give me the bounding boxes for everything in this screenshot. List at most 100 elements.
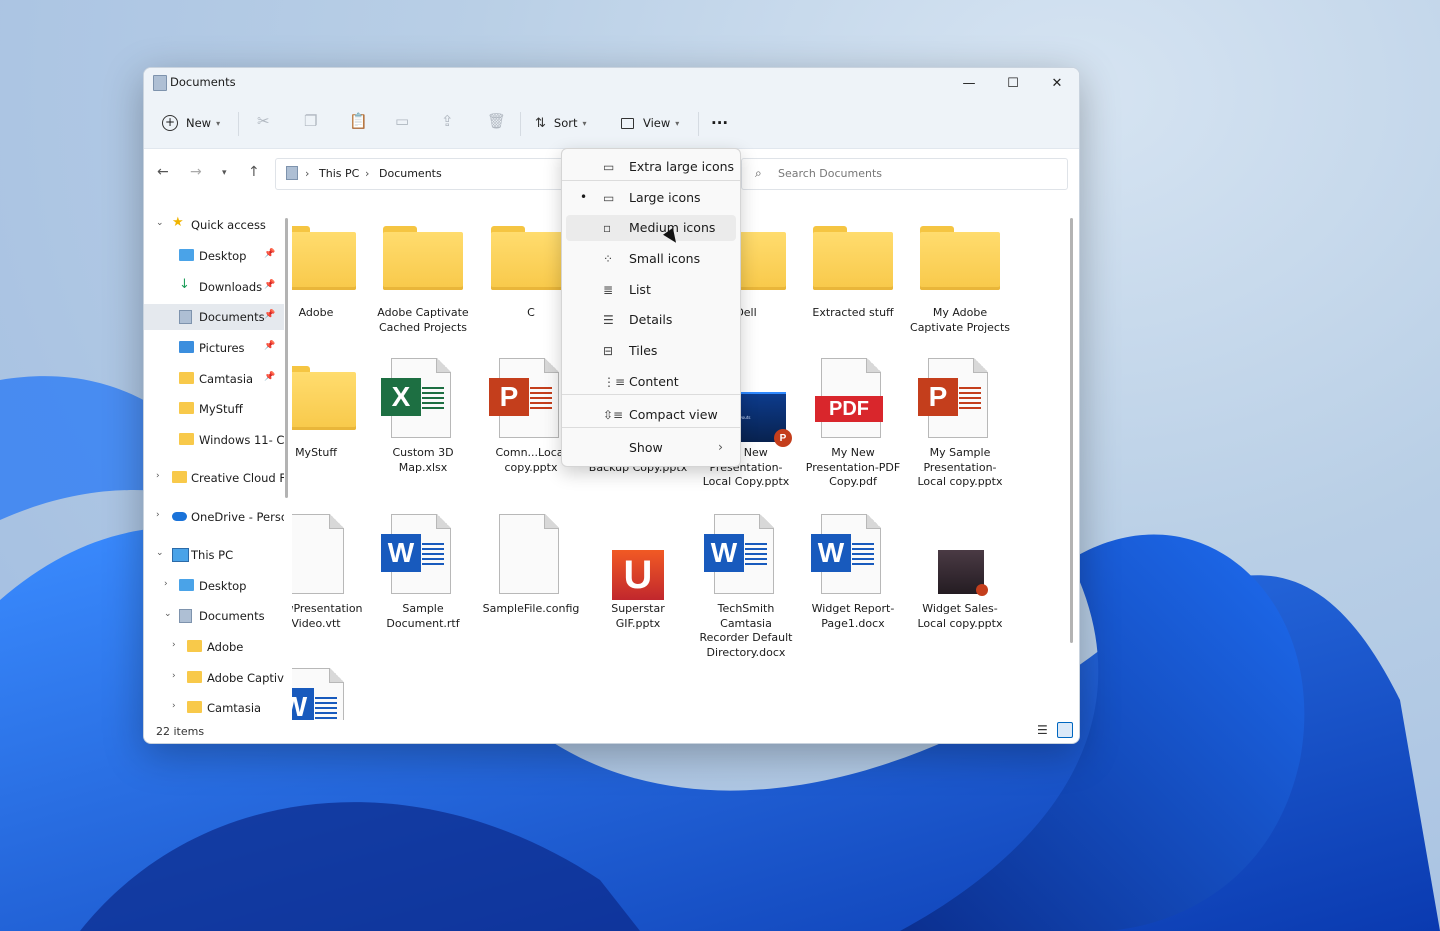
nav-item-pictures[interactable]: Pictures 📌 bbox=[144, 335, 284, 361]
file-tile[interactable]: X Custom 3D Map.xlsx bbox=[373, 358, 473, 508]
plus-circle-icon: + bbox=[162, 115, 178, 131]
file-tile[interactable]: W Sample Document.rtf bbox=[373, 514, 473, 664]
toolbar-separator bbox=[238, 112, 239, 136]
file-lines bbox=[852, 543, 874, 565]
view-menu-item-extra-large-icons[interactable]: ▭ Extra large icons bbox=[566, 154, 736, 180]
documents-app-icon bbox=[153, 75, 167, 91]
powerpoint-badge: P bbox=[774, 429, 792, 447]
nav-item-documents[interactable]: Documents 📌 bbox=[144, 304, 284, 330]
folder-tile[interactable]: Extracted stuff bbox=[803, 218, 903, 368]
chevron-down-icon: ▾ bbox=[216, 118, 221, 128]
folder-tile[interactable]: MyStuff bbox=[292, 358, 366, 508]
folder-icon bbox=[179, 433, 194, 445]
file-tile[interactable]: PDF My New Presentation-PDF Copy.pdf bbox=[803, 358, 903, 508]
paste-icon[interactable]: 📋 bbox=[349, 112, 368, 130]
nav-item-desktop[interactable]: Desktop 📌 bbox=[144, 243, 284, 269]
file-name: Widget Report-Page1.docx bbox=[811, 602, 895, 630]
nav-item-documents[interactable]: ⌄ Documents bbox=[144, 603, 284, 629]
content-scrollbar[interactable] bbox=[1070, 218, 1073, 643]
sort-button[interactable]: ⇅ Sort ▾ bbox=[535, 110, 587, 136]
forward-arrow-icon[interactable]: → bbox=[190, 164, 202, 180]
view-menu-item-show[interactable]: Show › bbox=[566, 435, 736, 461]
chevron-right-icon[interactable]: › bbox=[172, 671, 176, 681]
nav-item-quick-access[interactable]: ⌄ ★ Quick access bbox=[144, 212, 284, 238]
more-options-button[interactable]: ··· bbox=[711, 110, 728, 136]
minimize-button[interactable]: — bbox=[947, 68, 991, 98]
nav-item-label: Downloads bbox=[199, 280, 263, 294]
folder-tile[interactable]: Adobe bbox=[292, 218, 366, 368]
nav-item-mystuff[interactable]: MyStuff bbox=[144, 396, 284, 422]
nav-scrollbar[interactable] bbox=[285, 218, 288, 498]
details-view-icon[interactable]: ☰ bbox=[1037, 723, 1048, 737]
file-tile[interactable]: W Widget Report-Page1.docx bbox=[803, 514, 903, 664]
monitor-icon: ▭ bbox=[603, 160, 615, 174]
view-menu-item-content[interactable]: ⋮≡ Content bbox=[566, 369, 736, 395]
view-button[interactable]: View ▾ bbox=[621, 110, 679, 136]
maximize-button[interactable]: ☐ bbox=[991, 68, 1035, 98]
search-box[interactable]: ⌕ Search Documents bbox=[741, 158, 1068, 190]
word-badge: W bbox=[704, 534, 744, 572]
nav-item-camtasia[interactable]: Camtasia 📌 bbox=[144, 366, 284, 392]
chevron-right-icon[interactable]: › bbox=[172, 701, 176, 711]
menu-separator bbox=[562, 427, 740, 428]
view-menu-item-small-icons[interactable]: ⁘ Small icons bbox=[566, 246, 736, 272]
pin-icon: 📌 bbox=[264, 372, 276, 382]
view-menu-item-details[interactable]: ☰ Details bbox=[566, 307, 736, 333]
file-name: Adobe bbox=[298, 306, 334, 319]
view-menu-item-tiles[interactable]: ⊟ Tiles bbox=[566, 338, 736, 364]
nav-item-this-pc[interactable]: ⌄ This PC bbox=[144, 542, 284, 568]
nav-item-adobe[interactable]: › Adobe bbox=[144, 634, 284, 660]
view-menu-item-list[interactable]: ≣ List bbox=[566, 277, 736, 303]
rename-icon[interactable]: ▭ bbox=[395, 112, 409, 130]
chevron-down-icon[interactable]: ⌄ bbox=[156, 218, 164, 228]
chevron-down-icon[interactable]: ⌄ bbox=[164, 609, 172, 619]
view-menu-item-compact-view[interactable]: ⇳≡ Compact view bbox=[566, 402, 736, 428]
up-arrow-icon[interactable]: ↑ bbox=[248, 164, 260, 180]
nav-item-onedrive-perso[interactable]: › OneDrive - Perso bbox=[144, 504, 284, 530]
nav-item-creative-cloud-f[interactable]: › Creative Cloud F bbox=[144, 465, 284, 491]
powerpoint-badge: P bbox=[918, 378, 958, 416]
file-tile[interactable]: W bbox=[292, 668, 366, 720]
chevron-right-icon[interactable]: › bbox=[156, 471, 160, 481]
chevron-right-icon[interactable]: › bbox=[164, 579, 168, 589]
menu-separator bbox=[562, 180, 740, 181]
view-menu-label: Compact view bbox=[629, 407, 718, 422]
nav-item-windows-11-c[interactable]: Windows 11- C bbox=[144, 427, 284, 453]
file-tile[interactable]: SampleFile.config bbox=[481, 514, 581, 664]
chevron-right-icon[interactable]: › bbox=[172, 640, 176, 650]
view-menu-item-large-icons[interactable]: • ▭ Large icons bbox=[566, 185, 736, 211]
file-tile[interactable]: P My Sample Presentation-Local copy.pptx bbox=[910, 358, 1010, 508]
close-button[interactable]: ✕ bbox=[1035, 68, 1079, 98]
file-tile[interactable]: U Superstar GIF.pptx bbox=[588, 514, 688, 664]
large-icons-view-icon[interactable] bbox=[1057, 722, 1073, 738]
nav-item-adobe-captiv[interactable]: › Adobe Captiv bbox=[144, 665, 284, 691]
cut-icon[interactable]: ✂ bbox=[257, 112, 270, 130]
folder-tile[interactable]: Adobe Captivate Cached Projects bbox=[373, 218, 473, 368]
delete-icon[interactable]: 🗑 bbox=[487, 112, 506, 130]
selected-marker: • bbox=[580, 190, 588, 204]
file-tile[interactable]: W TechSmith Camtasia Recorder Default Dir… bbox=[696, 514, 796, 664]
pdf-badge: PDF bbox=[815, 396, 883, 422]
folder-icon bbox=[292, 226, 356, 290]
view-menu-item-medium-icons[interactable]: ▫ Medium icons bbox=[566, 215, 736, 241]
folder-tile[interactable]: My Adobe Captivate Projects bbox=[910, 218, 1010, 368]
recent-chevron-icon[interactable]: ▾ bbox=[222, 168, 227, 178]
file-tile[interactable]: NewPresentation Video.vtt bbox=[292, 514, 366, 664]
back-arrow-icon[interactable]: ← bbox=[157, 164, 169, 180]
nav-item-desktop[interactable]: › Desktop bbox=[144, 573, 284, 599]
chevron-down-icon[interactable]: ⌄ bbox=[156, 548, 164, 558]
breadcrumb-documents[interactable]: Documents bbox=[379, 167, 442, 180]
breadcrumb-this-pc[interactable]: This PC bbox=[319, 167, 359, 180]
share-icon[interactable]: ⇪ bbox=[441, 112, 454, 130]
file-tile[interactable]: Widget Sales-Local copy.pptx bbox=[910, 514, 1010, 664]
file-name: SampleFile.config bbox=[482, 602, 580, 615]
desktop-icon bbox=[179, 249, 194, 261]
nav-item-downloads[interactable]: ↓ Downloads 📌 bbox=[144, 274, 284, 300]
chevron-right-icon[interactable]: › bbox=[156, 510, 160, 520]
file-name: Widget Sales-Local copy.pptx bbox=[917, 602, 1003, 630]
new-button[interactable]: + New ▾ bbox=[162, 110, 220, 136]
nav-item-camtasia[interactable]: › Camtasia bbox=[144, 695, 284, 720]
monitor-icon: ▭ bbox=[603, 191, 615, 205]
copy-icon[interactable]: ❐ bbox=[304, 112, 317, 130]
powerpoint-badge bbox=[976, 584, 988, 596]
